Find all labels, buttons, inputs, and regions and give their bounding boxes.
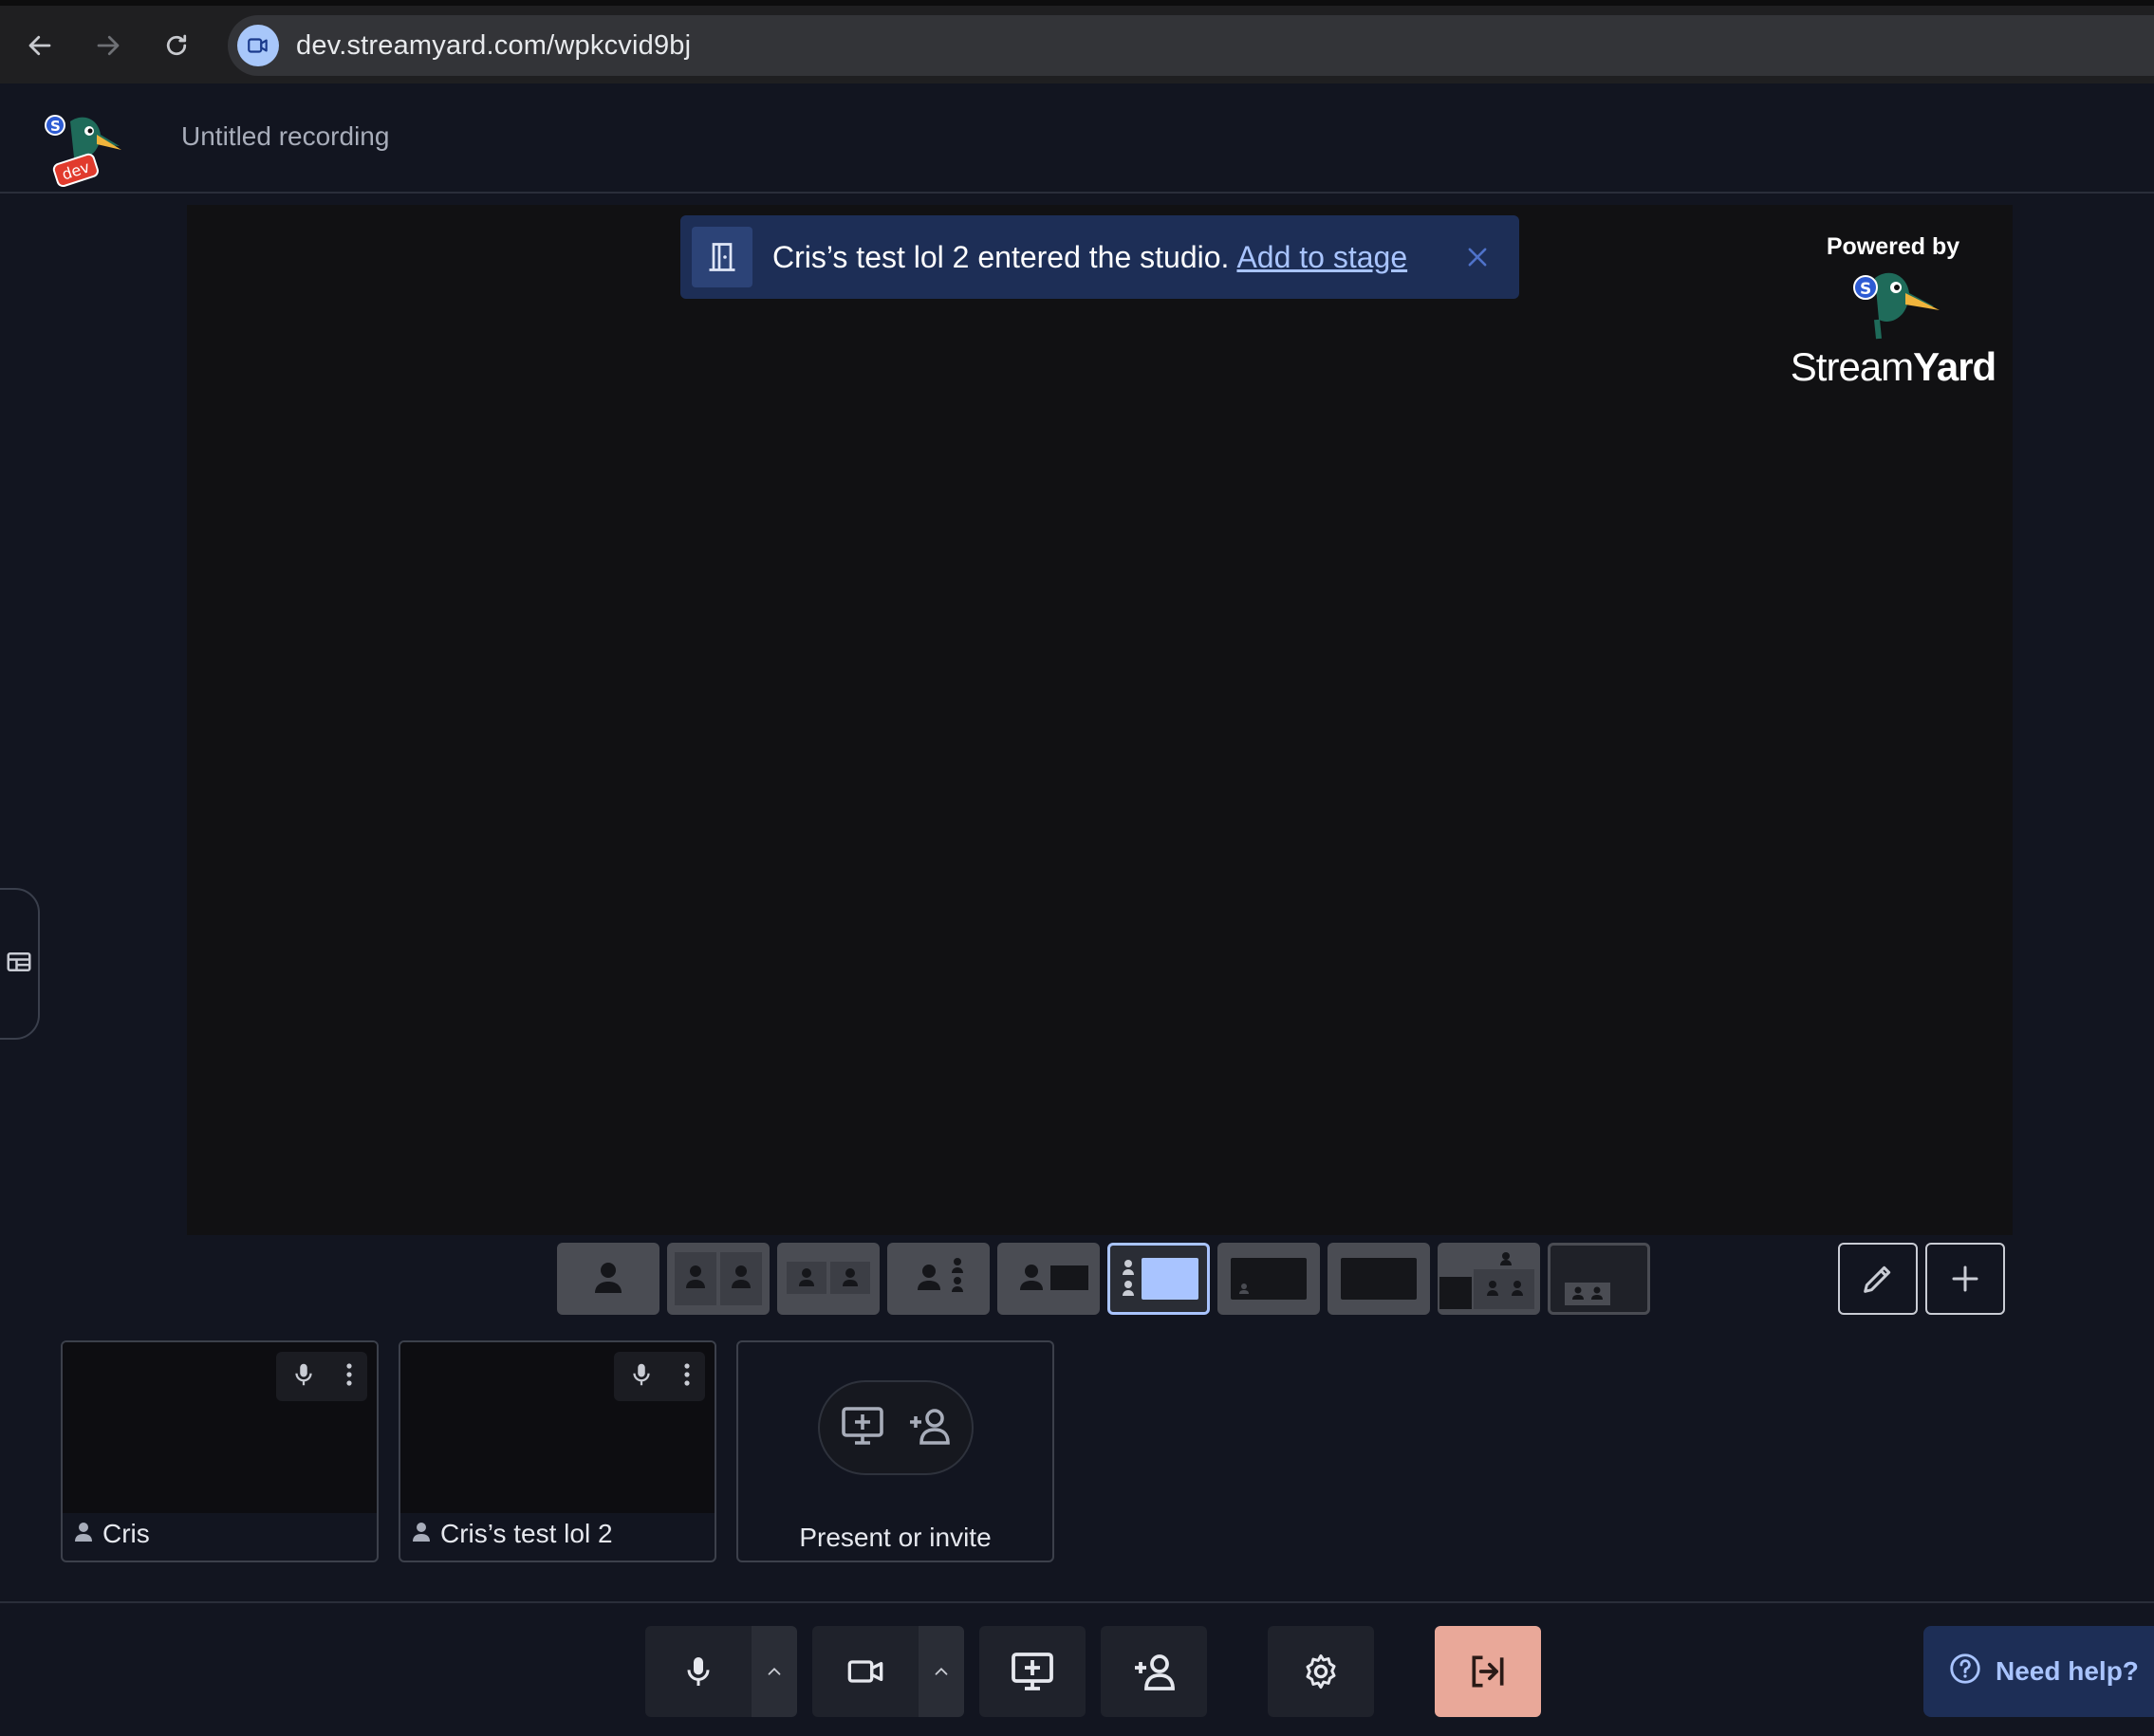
participant-name: Cris’s test lol 2 bbox=[440, 1519, 613, 1548]
layout-group-button[interactable] bbox=[777, 1243, 880, 1315]
person-icon bbox=[74, 1519, 93, 1549]
recording-title[interactable]: Untitled recording bbox=[181, 121, 389, 152]
streamyard-dev-logo[interactable]: S dev bbox=[42, 112, 121, 192]
edit-layout-button[interactable] bbox=[1838, 1243, 1918, 1315]
present-or-invite-tile[interactable]: Present or invite bbox=[736, 1340, 1054, 1562]
powered-by-label: Powered by bbox=[1826, 233, 1960, 260]
invite-guest-button[interactable] bbox=[1101, 1626, 1207, 1717]
person-icon bbox=[595, 1263, 622, 1293]
more-options-icon[interactable] bbox=[682, 1360, 692, 1394]
exit-icon bbox=[1472, 1655, 1504, 1688]
svg-text:S: S bbox=[50, 118, 61, 135]
participant-name: Cris bbox=[102, 1519, 150, 1548]
camera-icon bbox=[847, 1660, 883, 1683]
invite-person-icon bbox=[906, 1405, 952, 1451]
share-screen-icon bbox=[1012, 1653, 1053, 1690]
back-icon[interactable] bbox=[17, 23, 63, 68]
microphone-icon bbox=[687, 1657, 710, 1686]
address-bar[interactable]: dev.streamyard.com/wpkcvid9bj bbox=[228, 15, 2154, 76]
divider bbox=[0, 1601, 2154, 1603]
layout-screen-sidebar-button[interactable] bbox=[1107, 1243, 1210, 1315]
add-to-stage-link[interactable]: Add to stage bbox=[1236, 240, 1407, 274]
toast-message: Cris’s test lol 2 entered the studio. bbox=[772, 240, 1230, 274]
need-help-label: Need help? bbox=[1996, 1656, 2139, 1686]
microphone-button[interactable] bbox=[645, 1626, 752, 1717]
camera-options-button[interactable] bbox=[919, 1626, 964, 1717]
share-screen-button[interactable] bbox=[979, 1626, 1086, 1717]
layout-panel-icon bbox=[5, 948, 33, 981]
microphone-icon[interactable] bbox=[289, 1358, 318, 1395]
help-circle-icon bbox=[1948, 1652, 1982, 1692]
layout-picture-in-picture-button[interactable] bbox=[1438, 1243, 1540, 1315]
stage-canvas[interactable] bbox=[187, 205, 2013, 1235]
add-layout-button[interactable] bbox=[1925, 1243, 2005, 1315]
layout-cropped-button[interactable] bbox=[667, 1243, 770, 1315]
door-icon bbox=[692, 227, 752, 287]
powered-by-branding: Powered by S StreamYard bbox=[1765, 233, 2021, 390]
layout-screen-lower-button[interactable] bbox=[1217, 1243, 1320, 1315]
chevron-up-icon bbox=[768, 1667, 781, 1675]
pencil-icon bbox=[1864, 1265, 1891, 1293]
leave-studio-button[interactable] bbox=[1435, 1626, 1541, 1717]
share-screen-icon bbox=[840, 1405, 885, 1451]
streamyard-mascot-logo: S bbox=[1765, 267, 2021, 342]
layout-screen-full-button[interactable] bbox=[1328, 1243, 1430, 1315]
participant-tile[interactable]: Cris bbox=[61, 1340, 379, 1562]
microphone-options-button[interactable] bbox=[752, 1626, 797, 1717]
need-help-button[interactable]: Need help? bbox=[1923, 1626, 2154, 1717]
more-options-icon[interactable] bbox=[344, 1360, 354, 1394]
person-icon bbox=[412, 1519, 431, 1549]
close-icon[interactable] bbox=[1455, 234, 1500, 280]
present-invite-label: Present or invite bbox=[799, 1523, 992, 1552]
layout-solo-button[interactable] bbox=[557, 1243, 659, 1315]
layout-group-lower-button[interactable] bbox=[1548, 1243, 1650, 1315]
present-invite-pill[interactable] bbox=[818, 1380, 974, 1475]
layout-screen-solo-button[interactable] bbox=[997, 1243, 1100, 1315]
svg-text:S: S bbox=[1860, 280, 1871, 299]
reload-icon[interactable] bbox=[154, 23, 199, 68]
participant-tile[interactable]: Cris’s test lol 2 bbox=[399, 1340, 716, 1562]
layout-sidebar-people-button[interactable] bbox=[887, 1243, 990, 1315]
settings-button[interactable] bbox=[1268, 1626, 1374, 1717]
gear-icon bbox=[1306, 1653, 1336, 1690]
browser-toolbar: dev.streamyard.com/wpkcvid9bj bbox=[0, 0, 2154, 83]
layout-panel-toggle[interactable] bbox=[0, 888, 40, 1040]
app-header: S dev Untitled recording bbox=[0, 83, 2154, 194]
camera-button[interactable] bbox=[812, 1626, 919, 1717]
plus-icon bbox=[1952, 1265, 1978, 1292]
site-camera-icon bbox=[237, 25, 279, 66]
microphone-icon[interactable] bbox=[627, 1358, 656, 1395]
brand-name: StreamYard bbox=[1790, 344, 1996, 389]
url-text: dev.streamyard.com/wpkcvid9bj bbox=[296, 30, 692, 61]
forward-icon[interactable] bbox=[85, 23, 131, 68]
chevron-up-icon bbox=[935, 1667, 948, 1675]
participant-joined-toast: Cris’s test lol 2 entered the studio. Add… bbox=[680, 215, 1519, 299]
add-person-icon bbox=[1135, 1654, 1175, 1690]
